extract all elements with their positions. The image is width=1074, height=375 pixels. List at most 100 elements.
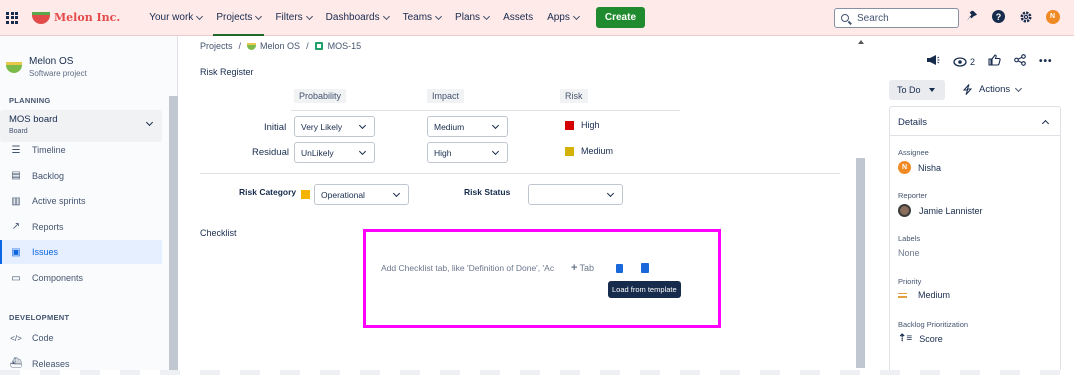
- bottom-strip: [0, 370, 1074, 375]
- nav-label: Dashboards: [325, 12, 380, 23]
- thumbs-up-icon[interactable]: [988, 54, 1001, 69]
- chevron-down-icon: [145, 118, 154, 127]
- labels-field[interactable]: None: [898, 248, 920, 258]
- clipboard-icon[interactable]: [616, 264, 623, 273]
- nav-item-plans[interactable]: Plans: [448, 0, 496, 36]
- details-heading[interactable]: Details: [898, 117, 927, 128]
- breadcrumb-project[interactable]: Melon OS: [260, 41, 300, 51]
- more-options-icon[interactable]: •••: [1039, 56, 1053, 67]
- breadcrumb: Projects / Melon OS / MOS-15: [200, 41, 361, 51]
- sidebar-item-issues[interactable]: ▣ Issues: [0, 240, 162, 265]
- sidebar-item-label: Releases: [32, 358, 70, 369]
- status-dropdown[interactable]: To Do: [889, 80, 945, 100]
- sidebar-item-label: Active sprints: [32, 196, 86, 207]
- search-input[interactable]: Search: [834, 8, 959, 28]
- backlog-prioritization-label: Backlog Prioritization: [898, 320, 969, 329]
- load-template-icon[interactable]: [641, 263, 649, 273]
- sidebar-item-backlog[interactable]: ▤ Backlog: [0, 164, 162, 188]
- risk-category-label: Risk Category: [239, 187, 297, 197]
- scroll-up-arrow-icon[interactable]: [858, 40, 864, 44]
- residual-impact-select[interactable]: High: [427, 142, 508, 163]
- board-name: MOS board: [9, 114, 58, 125]
- risk-category-select[interactable]: Operational: [314, 184, 409, 205]
- row-label-residual: Residual: [252, 147, 289, 158]
- chevron-down-icon: [435, 12, 443, 20]
- sidebar-item-label: Components: [32, 273, 84, 283]
- project-header[interactable]: Melon OS Software project: [6, 56, 87, 78]
- profile-avatar[interactable]: N: [1045, 9, 1060, 24]
- issues-icon: ▣: [11, 246, 21, 258]
- nav-label: Apps: [547, 12, 570, 23]
- actions-dropdown[interactable]: Actions: [962, 84, 1023, 95]
- sidebar-item-active-sprints[interactable]: ▥ Active sprints: [0, 189, 162, 213]
- sidebar-item-timeline[interactable]: ☰ Timeline: [0, 138, 162, 162]
- project-avatar-icon: [6, 62, 22, 73]
- checklist-tab-input[interactable]: Add Checklist tab, like 'Definition of D…: [381, 263, 561, 273]
- nav-item-teams[interactable]: Teams: [396, 0, 448, 36]
- nav-label: Projects: [216, 12, 253, 23]
- active-sprints-icon: ▥: [11, 195, 21, 207]
- nav-label: Filters: [275, 12, 303, 23]
- issue-side-panel: 2 ••• To Do Actions Details Assignee N N…: [868, 36, 1074, 375]
- priority-medium-icon: [898, 292, 907, 298]
- sidebar-item-code[interactable]: </> Code: [0, 326, 162, 350]
- initial-impact-select[interactable]: Medium: [427, 116, 508, 137]
- reporter-label: Reporter: [898, 191, 928, 200]
- risk-status-select[interactable]: [528, 184, 623, 205]
- reports-icon: ↗: [11, 221, 21, 233]
- sidebar-item-components[interactable]: ▭ Components: [0, 266, 162, 290]
- details-panel: Details Assignee N Nisha Reporter Jamie …: [889, 106, 1061, 375]
- project-type: Software project: [29, 69, 87, 78]
- sidebar-item-label: Timeline: [32, 145, 66, 155]
- sidebar-item-label: Code: [32, 333, 54, 343]
- reporter-field[interactable]: Jamie Lannister: [898, 204, 983, 217]
- notifications-icon[interactable]: [964, 9, 979, 24]
- planning-heading: PLANNING: [9, 96, 51, 105]
- checklist-title: Checklist: [200, 228, 237, 238]
- share-icon[interactable]: [1014, 54, 1026, 69]
- nav-label: Plans: [455, 12, 481, 23]
- story-type-icon: [314, 42, 323, 50]
- backlog-prioritization-field[interactable]: ⇡≡ Score: [898, 333, 943, 344]
- board-sub: Board: [9, 128, 28, 135]
- help-icon[interactable]: ?: [991, 9, 1006, 24]
- nav-item-assets[interactable]: Assets: [496, 0, 540, 36]
- watchers-count: 2: [970, 56, 976, 67]
- watch-button[interactable]: 2: [953, 57, 975, 67]
- table-divider: [291, 110, 680, 111]
- melon-logo-icon: [32, 11, 50, 24]
- app-switcher-icon[interactable]: [6, 11, 18, 24]
- main-scrollbar[interactable]: [856, 158, 865, 368]
- category-color-swatch: [301, 190, 310, 199]
- breadcrumb-issue-key[interactable]: MOS-15: [328, 41, 362, 51]
- sidebar-item-label: Issues: [32, 247, 59, 258]
- sidebar-item-reports[interactable]: ↗ Reports: [0, 215, 162, 239]
- chevron-down-icon: [358, 147, 367, 156]
- feedback-megaphone-icon[interactable]: [926, 54, 940, 69]
- assignee-field[interactable]: N Nisha: [898, 161, 941, 174]
- nav-item-your-work[interactable]: Your work: [142, 0, 209, 36]
- breadcrumb-projects[interactable]: Projects: [200, 41, 233, 51]
- section-divider: [200, 173, 840, 174]
- residual-probability-select[interactable]: UnLikely: [294, 142, 375, 163]
- checklist-panel: Add Checklist tab, like 'Definition of D…: [363, 229, 721, 328]
- priority-field[interactable]: Medium: [898, 290, 950, 300]
- sidebar-scrollbar[interactable]: [169, 96, 178, 375]
- releases-icon: ⛴: [9, 358, 23, 370]
- settings-gear-icon[interactable]: [1018, 9, 1033, 24]
- add-tab-button[interactable]: + Tab: [571, 262, 594, 274]
- chevron-down-icon: [928, 88, 935, 92]
- nav-item-projects[interactable]: Projects: [209, 0, 268, 36]
- nav-item-dashboards[interactable]: Dashboards: [319, 0, 396, 36]
- nav-item-filters[interactable]: Filters: [268, 0, 318, 36]
- app-logo[interactable]: Melon Inc.: [32, 11, 120, 24]
- initial-probability-select[interactable]: Very Likely: [294, 116, 375, 137]
- lightning-icon: [962, 84, 973, 95]
- column-header-probability: Probability: [294, 89, 347, 103]
- initial-risk-value: High: [565, 120, 600, 130]
- nav-item-apps[interactable]: Apps: [540, 0, 586, 36]
- create-button[interactable]: Create: [595, 7, 646, 28]
- chevron-up-icon[interactable]: [1041, 119, 1050, 128]
- risk-status-label: Risk Status: [464, 187, 511, 197]
- project-name: Melon OS: [29, 56, 74, 67]
